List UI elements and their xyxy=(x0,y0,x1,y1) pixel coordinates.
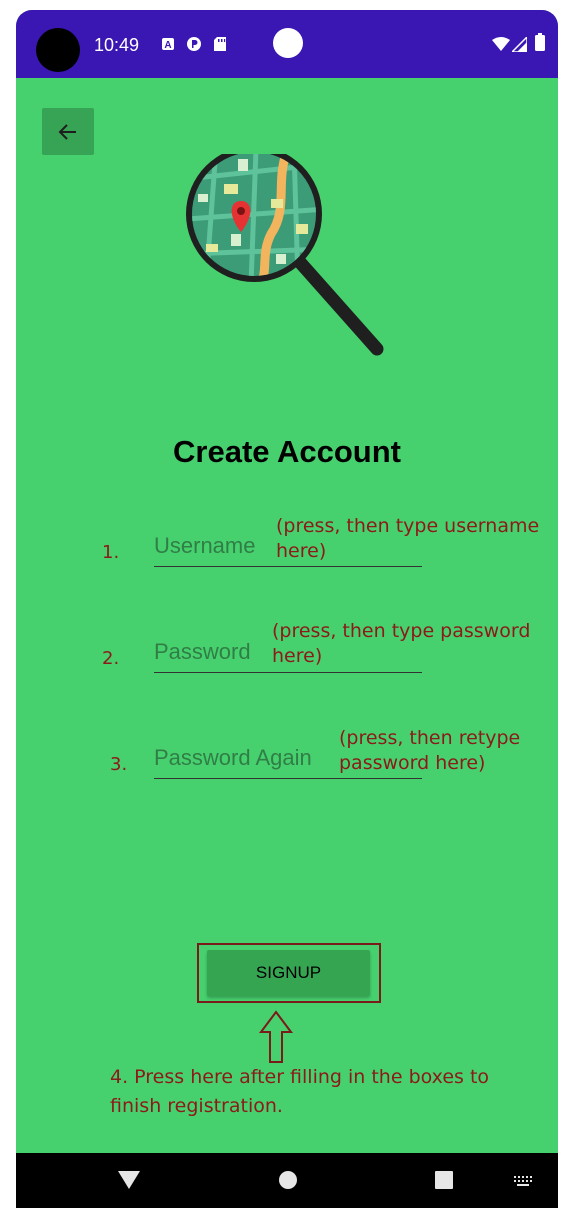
password-again-hint-line-2: password here) xyxy=(339,752,486,774)
password-hint: (press, then type password here) xyxy=(272,619,530,669)
page-title: Create Account xyxy=(173,434,401,469)
nav-home-icon[interactable] xyxy=(278,1170,298,1190)
navigation-bar xyxy=(16,1153,558,1208)
step-number-1: 1. xyxy=(102,542,120,563)
password-hint-line-1: (press, then type password xyxy=(272,620,531,642)
password-again-hint-line-1: (press, then retype xyxy=(339,727,521,749)
status-time: 10:49 xyxy=(94,35,140,55)
signup-instruction: 4. Press here after filling in the boxes… xyxy=(110,1063,530,1121)
notification-p-icon xyxy=(186,36,202,52)
password-again-hint: (press, then retype password here) xyxy=(339,726,520,776)
up-arrow-annotation-icon xyxy=(259,1010,293,1063)
back-button[interactable] xyxy=(42,108,94,155)
status-bar: 10:49 A xyxy=(16,10,558,78)
sd-card-icon xyxy=(213,36,227,52)
signup-instruction-line-2: finish registration. xyxy=(110,1095,283,1117)
notification-a-icon: A xyxy=(161,36,175,52)
wifi-icon xyxy=(492,36,510,52)
username-hint-line-2: here) xyxy=(276,540,327,562)
battery-icon xyxy=(535,33,545,51)
map-search-logo xyxy=(186,154,384,356)
signal-icon xyxy=(512,36,527,52)
username-hint-line-1: (press, then type username xyxy=(276,515,540,537)
step-number-3: 3. xyxy=(110,754,128,775)
notification-dot xyxy=(273,28,303,58)
password-hint-line-2: here) xyxy=(272,645,323,667)
phone-screen: 10:49 A Create Account 1. Username (pres… xyxy=(16,10,558,1208)
username-hint: (press, then type username here) xyxy=(276,514,539,564)
nav-recents-icon[interactable] xyxy=(434,1170,454,1190)
arrow-left-icon xyxy=(58,123,76,140)
signup-button[interactable]: SIGNUP xyxy=(207,950,370,996)
signup-instruction-line-1: 4. Press here after filling in the boxes… xyxy=(110,1066,490,1088)
svg-text:A: A xyxy=(164,40,171,51)
nav-back-icon[interactable] xyxy=(118,1171,140,1189)
front-camera xyxy=(36,28,80,72)
keyboard-icon[interactable] xyxy=(513,1175,533,1187)
step-number-2: 2. xyxy=(102,648,120,669)
